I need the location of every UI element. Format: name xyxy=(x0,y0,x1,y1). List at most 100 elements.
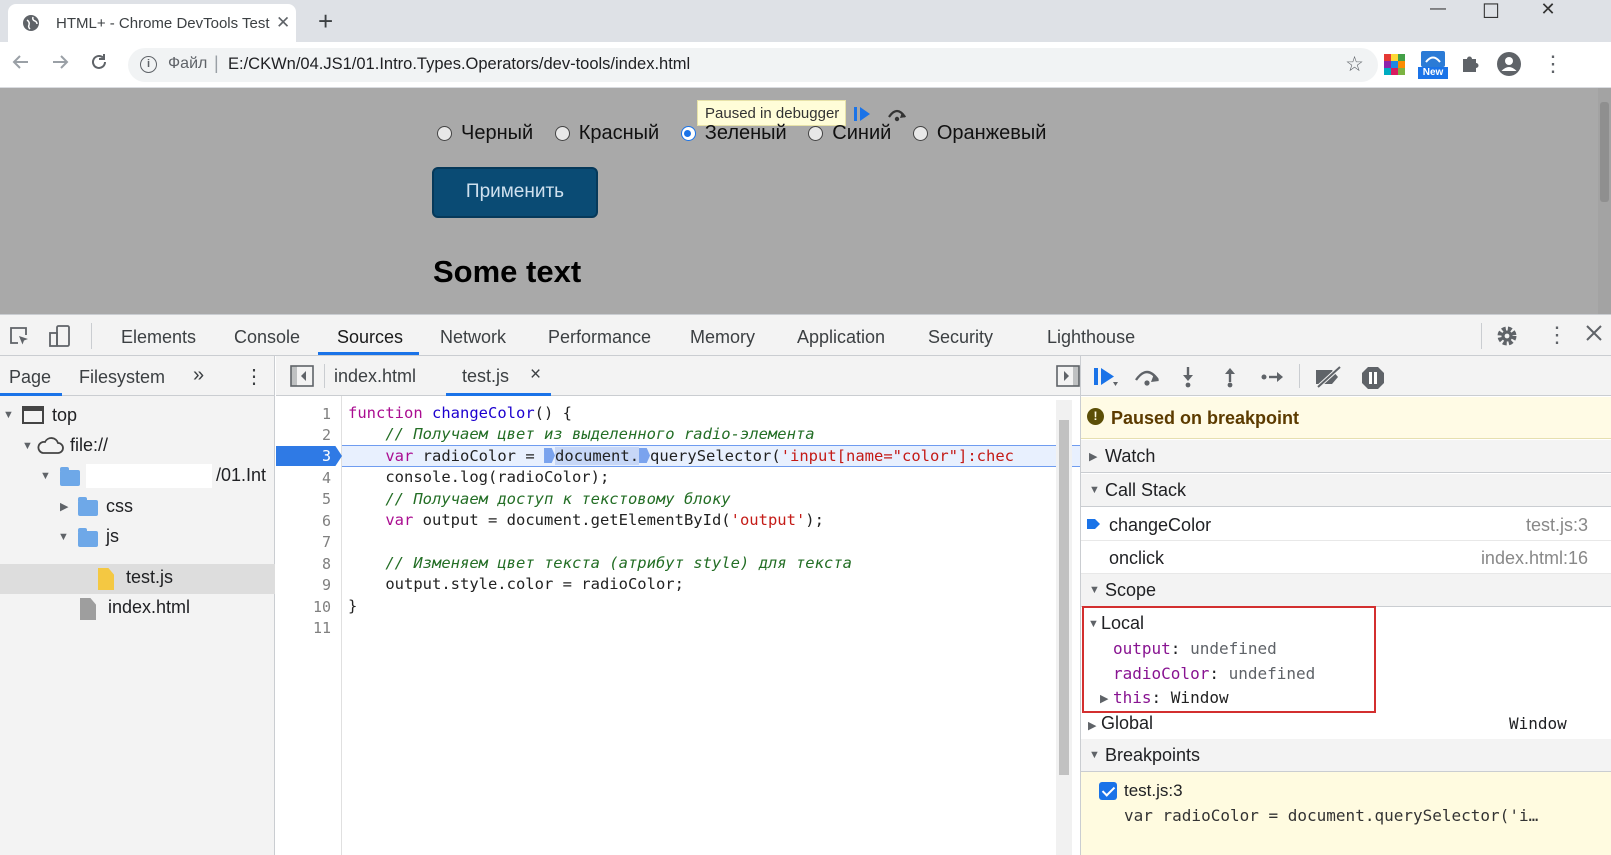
line-number[interactable]: 10 xyxy=(313,598,331,616)
expand-arrow-icon[interactable]: ▼ xyxy=(22,440,33,452)
expand-arrow-icon[interactable]: ▼ xyxy=(58,531,69,543)
line-number[interactable]: 8 xyxy=(322,555,331,573)
line-number[interactable]: 11 xyxy=(313,619,331,637)
settings-gear-icon[interactable] xyxy=(1495,324,1519,348)
expand-arrow-icon[interactable]: ▼ xyxy=(40,470,51,482)
page-scrollbar[interactable] xyxy=(1598,88,1611,314)
tab-sources[interactable]: Sources xyxy=(337,327,403,348)
forward-icon[interactable] xyxy=(49,51,71,73)
minimize-button[interactable]: — xyxy=(1418,0,1458,22)
puzzle-icon[interactable] xyxy=(1460,53,1480,75)
expand-arrow-icon[interactable]: ▼ xyxy=(1089,749,1100,761)
collapse-arrow-icon[interactable]: ▶ xyxy=(1088,719,1096,732)
bookmark-star-icon[interactable]: ☆ xyxy=(1345,52,1364,77)
collapse-arrow-icon[interactable]: ▶ xyxy=(1089,450,1097,463)
info-icon[interactable]: i xyxy=(140,56,157,73)
editor-scrollbar[interactable] xyxy=(1056,400,1072,855)
tab-close-icon[interactable]: ✕ xyxy=(276,13,290,33)
line-number[interactable]: 1 xyxy=(322,405,331,423)
expand-arrow-icon[interactable]: ▼ xyxy=(1089,484,1100,496)
screen-extension-icon[interactable]: New xyxy=(1418,50,1448,80)
deactivate-breakpoints-icon[interactable] xyxy=(1314,366,1344,388)
tree-item-top[interactable]: top xyxy=(52,405,77,426)
tab-console[interactable]: Console xyxy=(234,327,300,348)
navigator-tab-filesystem[interactable]: Filesystem xyxy=(79,367,165,388)
radio-button-selected[interactable] xyxy=(680,126,696,141)
line-number[interactable]: 9 xyxy=(322,576,331,594)
code-line-1[interactable]: function changeColor() { xyxy=(348,404,572,422)
color-extension-icon[interactable] xyxy=(1384,54,1406,76)
code-line-5[interactable]: // Получаем доступ к текстовому блоку xyxy=(348,490,730,508)
continue-to-here-marker[interactable] xyxy=(544,448,556,463)
maximize-button[interactable]: ☐ xyxy=(1471,0,1511,23)
tree-item-project-folder[interactable]: /01.Int xyxy=(216,465,266,486)
frame-location[interactable]: index.html:16 xyxy=(1481,548,1588,569)
toggle-navigator-icon[interactable] xyxy=(290,365,314,387)
tree-item-test-js[interactable]: test.js xyxy=(126,567,173,588)
toggle-debugger-icon[interactable] xyxy=(1056,365,1080,387)
expand-arrow-icon[interactable]: ▼ xyxy=(1089,584,1100,596)
frame-location[interactable]: test.js:3 xyxy=(1526,515,1588,536)
profile-icon[interactable] xyxy=(1496,51,1522,77)
code-line-6[interactable]: var output = document.getElementById('ou… xyxy=(348,511,824,529)
line-number-breakpoint[interactable]: 3 xyxy=(322,447,331,465)
line-number[interactable]: 7 xyxy=(322,533,331,551)
tab-elements[interactable]: Elements xyxy=(121,327,196,348)
new-tab-button[interactable]: + xyxy=(318,6,333,37)
step-over-icon[interactable] xyxy=(1133,366,1161,388)
expand-arrow-icon[interactable]: ▼ xyxy=(3,409,14,421)
continue-to-here-marker[interactable] xyxy=(639,448,651,463)
line-number-gutter[interactable]: 1 2 3 4 5 6 7 8 9 10 11 xyxy=(276,396,342,855)
code-line-2[interactable]: // Получаем цвет из выделенного radio-эл… xyxy=(348,425,814,443)
breakpoint-marker[interactable] xyxy=(276,446,342,466)
breakpoints-section-header[interactable]: ▼ Breakpoints xyxy=(1081,739,1611,772)
browser-tab[interactable]: HTML+ - Chrome DevTools Test ✕ xyxy=(8,4,296,42)
navigator-tab-page[interactable]: Page xyxy=(9,367,51,388)
url-text[interactable]: E:/CKWn/04.JS1/01.Intro.Types.Operators/… xyxy=(228,55,690,74)
tab-application[interactable]: Application xyxy=(797,327,885,348)
tab-memory[interactable]: Memory xyxy=(690,327,755,348)
radio-black[interactable]: Черный xyxy=(437,122,533,145)
editor-tab-close-icon[interactable]: × xyxy=(530,364,541,386)
chrome-menu-icon[interactable]: ⋮ xyxy=(1542,51,1564,77)
breakpoint-checkbox[interactable] xyxy=(1099,782,1117,800)
collapse-arrow-icon[interactable]: ▶ xyxy=(60,500,68,513)
tree-item-js[interactable]: js xyxy=(106,526,119,547)
watch-section-header[interactable]: ▶ Watch xyxy=(1081,440,1611,473)
tab-network[interactable]: Network xyxy=(440,327,506,348)
radio-orange[interactable]: Оранжевый xyxy=(912,122,1046,145)
editor-tab-index-html[interactable]: index.html xyxy=(334,366,416,387)
line-number[interactable]: 2 xyxy=(322,426,331,444)
step-into-icon[interactable] xyxy=(1180,366,1196,388)
radio-green[interactable]: Зеленый xyxy=(680,122,787,145)
pause-on-exceptions-icon[interactable] xyxy=(1361,366,1385,390)
code-line-8[interactable]: // Изменяем цвет текста (атрибут style) … xyxy=(348,554,852,572)
tab-lighthouse[interactable]: Lighthouse xyxy=(1047,327,1135,348)
radio-button[interactable] xyxy=(554,126,570,141)
radio-blue[interactable]: Синий xyxy=(808,122,891,145)
tree-item-index-html[interactable]: index.html xyxy=(108,597,190,618)
reload-icon[interactable] xyxy=(88,51,110,73)
back-icon[interactable] xyxy=(10,51,32,73)
step-icon[interactable] xyxy=(1261,366,1285,388)
devtools-menu-icon[interactable]: ⋮ xyxy=(1546,322,1568,348)
breakpoint-location[interactable]: test.js:3 xyxy=(1124,781,1183,801)
code-line-9[interactable]: output.style.color = radioColor; xyxy=(348,575,684,593)
code-line-4[interactable]: console.log(radioColor); xyxy=(348,468,609,486)
line-number[interactable]: 5 xyxy=(322,490,331,508)
radio-red[interactable]: Красный xyxy=(554,122,659,145)
radio-button[interactable] xyxy=(808,126,824,141)
scope-section-header[interactable]: ▼ Scope xyxy=(1081,574,1611,607)
tab-performance[interactable]: Performance xyxy=(548,327,651,348)
editor-tab-test-js[interactable]: test.js xyxy=(462,366,509,387)
global-scope-label[interactable]: Global xyxy=(1101,713,1153,734)
scrollbar-thumb[interactable] xyxy=(1600,102,1609,202)
tree-item-css[interactable]: css xyxy=(106,496,133,517)
radio-button[interactable] xyxy=(912,126,928,141)
call-frame-row[interactable]: onclick index.html:16 xyxy=(1081,541,1611,574)
radio-button[interactable] xyxy=(437,126,452,141)
more-tabs-icon[interactable]: » xyxy=(193,364,204,387)
line-number[interactable]: 4 xyxy=(322,469,331,487)
resume-icon[interactable] xyxy=(1093,366,1119,388)
step-out-icon[interactable] xyxy=(1222,366,1238,388)
